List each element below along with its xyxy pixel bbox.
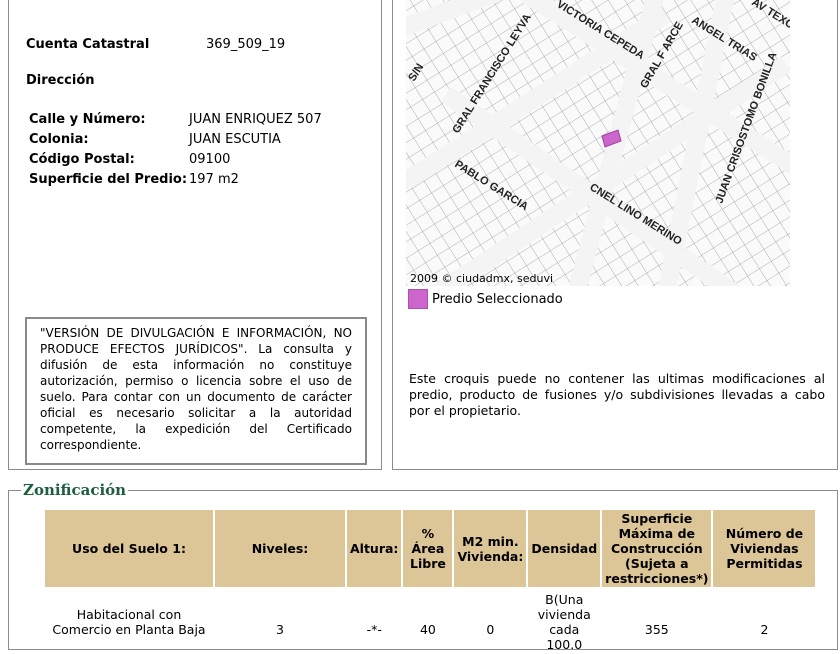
num-viviendas-cell: 2 (760, 622, 769, 637)
column-header: Uso del Suelo 1: (45, 510, 213, 587)
superficie-maxima-cell: 355 (644, 622, 669, 637)
uso-suelo-cell: Habitacional con Comercio en Planta Baja (52, 607, 206, 637)
legal-disclaimer: "VERSIÓN DE DIVULGACIÓN E INFORMACIÓN, N… (25, 317, 367, 465)
cadastral-map[interactable]: GRAL FRANCISCO LEYVA VICTORIA CEPEDA ANG… (406, 0, 790, 286)
property-info-panel: Cuenta Catastral 369_509_19 Dirección Ca… (8, 0, 382, 470)
column-header: Número de Viviendas Permitidas (713, 510, 816, 587)
column-header: Superficie Máxima de Construcción (Sujet… (602, 510, 712, 587)
column-header: Altura: (347, 510, 402, 587)
table-header-row: Uso del Suelo 1: Niveles: Altura: % Área… (45, 510, 816, 587)
zonificacion-table: Uso del Suelo 1: Niveles: Altura: % Área… (43, 508, 817, 654)
legend-label: Predio Seleccionado (432, 291, 563, 307)
colonia-label: Colonia: (29, 132, 89, 147)
cuenta-catastral-label: Cuenta Catastral (26, 37, 150, 52)
area-libre-cell: 40 (419, 622, 436, 637)
column-header: % Área Libre (403, 510, 453, 587)
table-row: Habitacional con Comercio en Planta Baja… (45, 589, 815, 652)
column-header: M2 min. Vivienda: (454, 510, 527, 587)
map-panel: GRAL FRANCISCO LEYVA VICTORIA CEPEDA ANG… (392, 0, 838, 470)
legend-swatch (408, 289, 428, 309)
niveles-cell: 3 (276, 622, 284, 637)
postal-code-value: 09100 (189, 152, 231, 167)
altura-cell: -*- (366, 622, 382, 637)
street-label: Calle y Número: (29, 112, 146, 127)
densidad-cell: B(Una vivienda cada 100.0 (537, 592, 591, 652)
surface-label: Superficie del Predio: (29, 172, 188, 187)
postal-code-label: Código Postal: (29, 152, 135, 167)
zonificacion-title: Zonificación (21, 481, 129, 499)
street-value: JUAN ENRIQUEZ 507 (189, 112, 322, 127)
map-legend: Predio Seleccionado (408, 289, 563, 309)
column-header: Niveles: (215, 510, 345, 587)
zonificacion-section: Zonificación Uso del Suelo 1: Niveles: A… (8, 481, 838, 652)
direccion-heading: Dirección (26, 73, 95, 88)
m2-min-cell: 0 (486, 622, 495, 637)
column-header: Densidad (528, 510, 601, 587)
map-note: Este croquis puede no contener las ultim… (409, 371, 825, 418)
cadastral-map-image: GRAL FRANCISCO LEYVA VICTORIA CEPEDA ANG… (406, 0, 790, 286)
cuenta-catastral-value: 369_509_19 (206, 37, 286, 52)
map-credit: 2009 © ciudadmx, seduvi (410, 272, 554, 285)
surface-value: 197 m2 (189, 172, 239, 187)
colonia-value: JUAN ESCUTIA (189, 132, 281, 147)
